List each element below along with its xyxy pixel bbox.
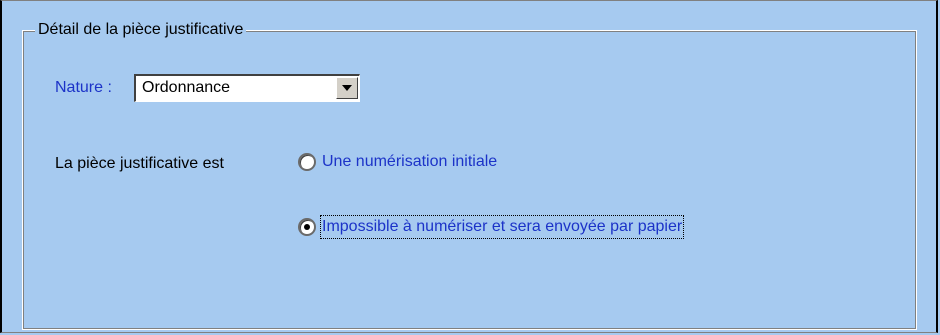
nature-select-value: Ordonnance — [142, 79, 231, 96]
groupbox-title: Détail de la pièce justificative — [35, 20, 247, 40]
radio-button-paper[interactable] — [298, 218, 316, 236]
radio-button-initial-scan[interactable] — [298, 153, 316, 171]
nature-select[interactable]: Ordonnance — [134, 74, 360, 102]
chevron-down-icon[interactable] — [336, 77, 358, 99]
radio-option-initial-scan[interactable]: Une numérisation initiale — [298, 152, 497, 172]
radio-option-paper[interactable]: Impossible à numériser et sera envoyée p… — [298, 215, 685, 239]
radio-label-initial-scan[interactable]: Une numérisation initiale — [322, 152, 497, 172]
piece-lead-text: La pièce justificative est — [55, 155, 224, 172]
nature-label: Nature : — [55, 79, 112, 96]
radio-label-paper[interactable]: Impossible à numériser et sera envoyée p… — [319, 215, 685, 239]
